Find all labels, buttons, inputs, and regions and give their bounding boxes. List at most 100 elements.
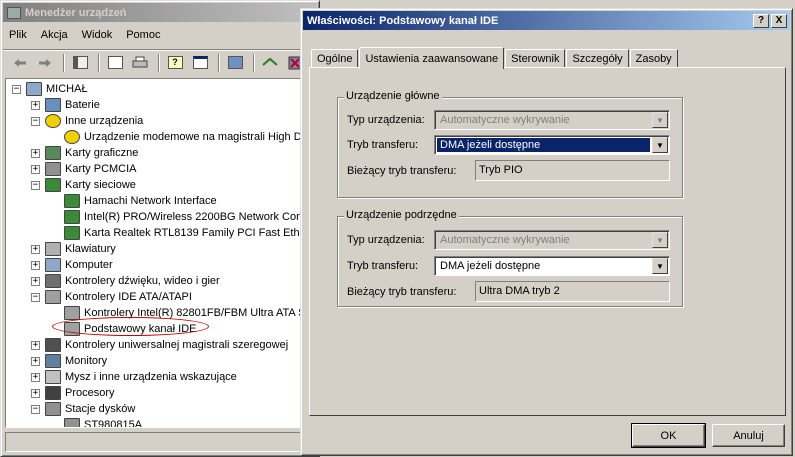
slave-current-mode-value: Ultra DMA tryb 2 — [475, 281, 670, 302]
tree-item[interactable]: − MICHAŁ — [12, 81, 88, 97]
expand-icon[interactable]: + — [31, 276, 40, 286]
slave-transfer-mode-label: Tryb transferu: — [347, 260, 419, 272]
expand-icon[interactable]: + — [31, 148, 40, 158]
slave-device-type-value: Automatyczne wykrywanie — [440, 234, 570, 246]
collapse-icon[interactable]: − — [31, 292, 40, 302]
expand-icon[interactable]: + — [31, 372, 40, 382]
tree-item-label: Monitory — [65, 355, 108, 367]
tree-item[interactable]: + Baterie — [31, 97, 100, 113]
help-button[interactable]: ? — [753, 14, 769, 28]
tree-item[interactable]: Intel(R) PRO/Wireless 2200BG Network Con… — [50, 209, 302, 225]
menu-file[interactable]: Plik — [3, 29, 33, 41]
tree-item[interactable]: − Kontrolery IDE ATA/ATAPI — [31, 289, 192, 305]
tab-general[interactable]: Ogólne — [311, 49, 359, 68]
console-tree-icon[interactable] — [69, 53, 91, 73]
chevron-down-icon[interactable]: ▼ — [652, 258, 668, 274]
tree-item[interactable]: + Karty graficzne — [31, 145, 138, 161]
menu-action[interactable]: Akcja — [35, 29, 74, 41]
master-current-mode-label: Bieżący tryb transferu: — [347, 165, 457, 177]
close-button[interactable]: X — [771, 14, 787, 28]
tree-item[interactable]: + Kontrolery uniwersalnej magistrali szer… — [31, 337, 288, 353]
tree-item-label: MICHAŁ — [46, 83, 88, 95]
collapse-icon[interactable]: − — [31, 404, 40, 414]
ok-button[interactable]: OK — [631, 423, 706, 448]
device-manager-window: Menedżer urządzeń Plik Akcja Widok Pomoc… — [0, 0, 320, 457]
tree-item-label: ST980815A — [84, 419, 143, 428]
expand-icon[interactable]: + — [31, 356, 40, 366]
tab-strip: Ogólne Ustawienia zaawansowane Sterownik… — [311, 46, 679, 69]
collapse-icon[interactable]: − — [31, 116, 40, 126]
chevron-down-icon: ▼ — [652, 112, 668, 128]
tree-item-label: Inne urządzenia — [65, 115, 144, 127]
expand-icon[interactable]: + — [31, 244, 40, 254]
tree-item-label: Komputer — [65, 259, 113, 271]
menu-help[interactable]: Pomoc — [120, 29, 166, 41]
annotation-circle — [52, 317, 209, 336]
tree-item[interactable]: − Stacje dysków — [31, 401, 135, 417]
tab-resources[interactable]: Zasoby — [629, 49, 678, 68]
expand-icon[interactable]: + — [31, 164, 40, 174]
processor-icon — [45, 386, 61, 400]
master-current-mode-value: Tryb PIO — [475, 160, 670, 181]
scan-hardware-icon[interactable] — [224, 53, 246, 73]
tree-item-label: Kontrolery uniwersalnej magistrali szere… — [65, 339, 289, 351]
slave-current-mode-label: Bieżący tryb transferu: — [347, 286, 457, 298]
print-icon[interactable] — [129, 53, 151, 73]
slave-transfer-mode-select[interactable]: DMA jeżeli dostępne ▼ — [434, 256, 670, 276]
unknown-device-icon — [45, 114, 61, 128]
usb-icon — [45, 338, 61, 352]
device-manager-titlebar[interactable]: Menedżer urządzeń — [3, 3, 317, 22]
expand-icon[interactable]: + — [31, 388, 40, 398]
tree-item[interactable]: + Klawiatury — [31, 241, 116, 257]
back-icon[interactable] — [9, 53, 31, 73]
master-transfer-mode-label: Tryb transferu: — [347, 139, 419, 151]
tree-item[interactable]: − Inne urządzenia — [31, 113, 143, 129]
tree-item[interactable]: Urządzenie modemowe na magistrali High D… — [50, 129, 303, 145]
properties-icon[interactable] — [104, 53, 126, 73]
keyboard-icon — [45, 242, 61, 256]
tree-item[interactable]: + Mysz i inne urządzenia wskazujące — [31, 369, 237, 385]
dialog-titlebar[interactable]: Właściwości: Podstawowy kanał IDE ? X — [303, 11, 790, 30]
tree-item[interactable]: − Karty sieciowe — [31, 177, 136, 193]
tree-item[interactable]: Karta Realtek RTL8139 Family PCI Fast Et… — [50, 225, 303, 241]
collapse-icon[interactable]: − — [31, 180, 40, 190]
tree-item-label: Karta Realtek RTL8139 Family PCI Fast Et… — [84, 227, 303, 239]
device-manager-title: Menedżer urządzeń — [25, 6, 127, 19]
forward-icon[interactable] — [34, 53, 56, 73]
master-transfer-mode-select[interactable]: DMA jeżeli dostępne ▼ — [434, 135, 670, 155]
help-icon[interactable]: ? — [164, 53, 186, 73]
menu-bar: Plik Akcja Widok Pomoc — [3, 24, 317, 46]
tree-item[interactable]: ST980815A — [50, 417, 143, 428]
tree-item-label: Urządzenie modemowe na magistrali High D… — [84, 131, 303, 143]
disk-drive-icon — [45, 402, 61, 416]
tab-advanced-settings[interactable]: Ustawienia zaawansowane — [359, 47, 505, 69]
device-tree[interactable]: − MICHAŁ + Baterie − Inne urządzenia Urządzeni… — [5, 78, 303, 428]
tree-item[interactable]: + Monitory — [31, 353, 107, 369]
network-card-icon — [64, 194, 80, 208]
tree-item-label: Procesory — [65, 387, 115, 399]
expand-icon[interactable]: + — [31, 260, 40, 270]
tree-item[interactable]: + Karty PCMCIA — [31, 161, 137, 177]
tab-details[interactable]: Szczegóły — [566, 49, 629, 68]
expand-icon[interactable]: + — [31, 100, 40, 110]
tree-item-label: Kontrolery IDE ATA/ATAPI — [65, 291, 192, 303]
cancel-button[interactable]: Anuluj — [712, 424, 785, 447]
computer-icon — [26, 82, 42, 96]
menu-view[interactable]: Widok — [76, 29, 119, 41]
tab-driver[interactable]: Sterownik — [505, 49, 566, 68]
tree-item[interactable]: + Kontrolery dźwięku, wideo i gier — [31, 273, 220, 289]
tree-item[interactable]: + Procesory — [31, 385, 115, 401]
tree-item[interactable]: Hamachi Network Interface — [50, 193, 217, 209]
tree-item[interactable]: + Komputer — [31, 257, 113, 273]
dialog-title: Właściwości: Podstawowy kanał IDE — [307, 14, 499, 27]
toolbar-separator — [63, 53, 65, 72]
collapse-icon[interactable]: − — [12, 84, 21, 94]
slave-device-group: Urządzenie podrzędne Typ urządzenia: Aut… — [337, 209, 683, 307]
chevron-down-icon: ▼ — [652, 232, 668, 248]
update-driver-icon[interactable] — [259, 53, 281, 73]
expand-icon[interactable]: + — [31, 340, 40, 350]
details-icon[interactable] — [189, 53, 211, 73]
computer-icon — [45, 258, 61, 272]
tree-item-label: Karty graficzne — [65, 147, 139, 159]
chevron-down-icon[interactable]: ▼ — [652, 137, 668, 153]
